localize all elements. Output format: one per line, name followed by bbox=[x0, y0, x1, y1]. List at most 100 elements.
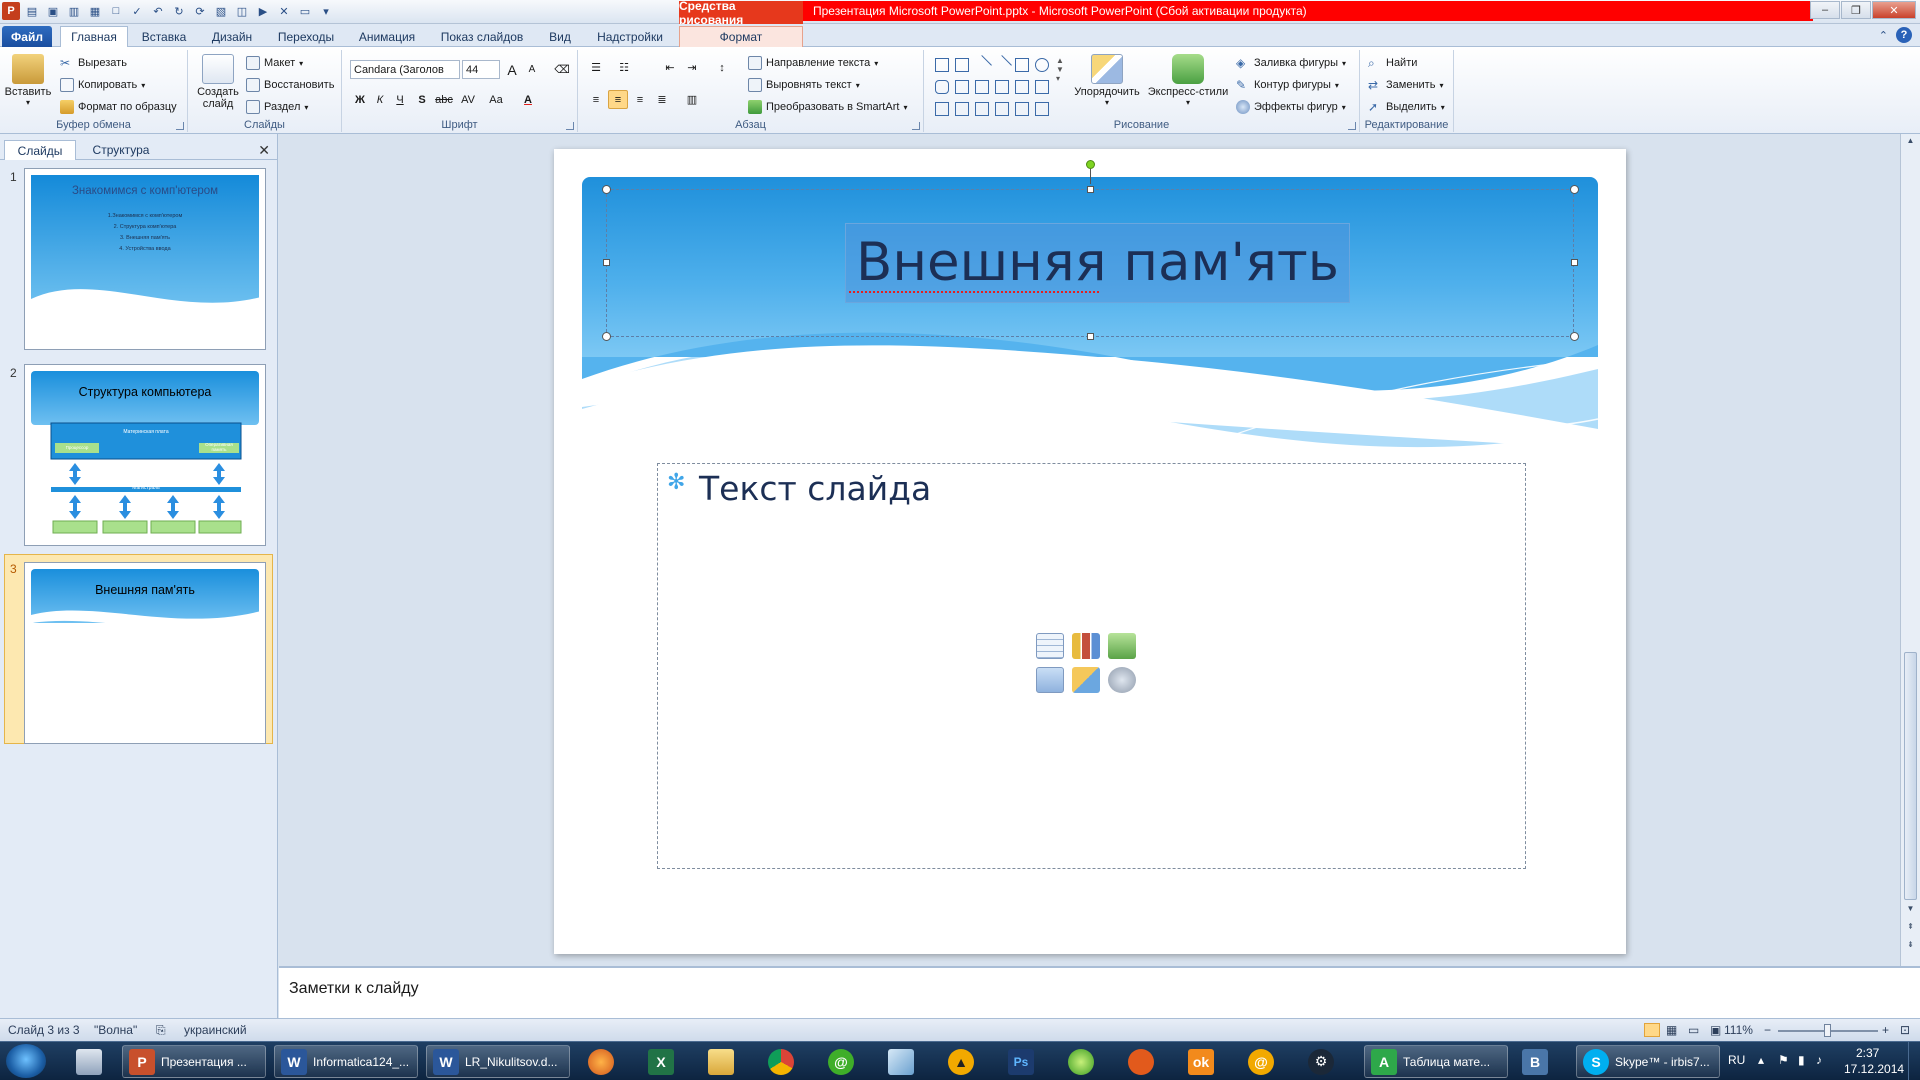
taskbar-item-word-1[interactable]: W Informatica124_... bbox=[274, 1045, 418, 1078]
resize-handle[interactable] bbox=[1087, 333, 1094, 340]
slide-sorter-icon[interactable]: ▦ bbox=[1666, 1023, 1677, 1037]
shape-bracket-icon[interactable] bbox=[975, 102, 989, 116]
notes-pane[interactable]: Заметки к слайду bbox=[279, 966, 1920, 1018]
taskbar-item-powerpoint[interactable]: P Презентация ... bbox=[122, 1045, 266, 1078]
zoom-in-icon[interactable]: + bbox=[1882, 1023, 1889, 1037]
flag-icon[interactable]: ⚑ bbox=[1778, 1053, 1789, 1067]
dialog-launcher-icon[interactable] bbox=[1348, 122, 1356, 130]
shape-curve-icon[interactable] bbox=[955, 102, 969, 116]
prev-slide-icon[interactable]: ⇞ bbox=[1904, 922, 1917, 935]
tab-insert[interactable]: Вставка bbox=[134, 26, 194, 47]
gallery-scroll-icon[interactable]: ▲ ▼ ▾ bbox=[1056, 56, 1064, 83]
slide-canvas[interactable]: Внешняя пам'ять ✻ Текст слайда bbox=[554, 149, 1626, 954]
proofing-icon[interactable]: ⎘ bbox=[156, 1023, 166, 1038]
scroll-up-icon[interactable]: ▲ bbox=[1904, 136, 1917, 149]
shape-textbox-icon[interactable] bbox=[955, 58, 969, 72]
tab-outline[interactable]: Структура bbox=[80, 140, 162, 160]
scroll-down-icon[interactable]: ▼ bbox=[1904, 904, 1917, 917]
tab-slideshow[interactable]: Показ слайдов bbox=[434, 26, 530, 47]
taskbar-calculator[interactable] bbox=[70, 1045, 110, 1078]
undo-icon[interactable]: ↶ bbox=[149, 2, 167, 20]
zoom-level[interactable]: 111% bbox=[1724, 1023, 1753, 1037]
open-icon[interactable]: ▤ bbox=[23, 2, 41, 20]
editor-vertical-scrollbar[interactable]: ▲ ▼ ⇞ ⇟ bbox=[1900, 134, 1920, 966]
next-slide-icon[interactable]: ⇟ bbox=[1904, 940, 1917, 953]
shape-elbow-icon[interactable] bbox=[975, 80, 989, 94]
scroll-thumb[interactable] bbox=[1904, 652, 1917, 900]
tray-expand-icon[interactable]: ▴ bbox=[1758, 1053, 1764, 1067]
refresh-icon[interactable]: ⟳ bbox=[191, 2, 209, 20]
customize-qat-icon[interactable]: ▾ bbox=[317, 2, 335, 20]
shape-effects-button[interactable]: Эффекты фигур ▾ bbox=[1236, 100, 1346, 114]
insert-table-icon[interactable] bbox=[1036, 633, 1064, 659]
align-left-icon[interactable]: ≡ bbox=[586, 90, 606, 109]
align-text-button[interactable]: Выровнять текст ▾ bbox=[748, 78, 860, 92]
tab-format[interactable]: Формат bbox=[679, 26, 803, 47]
shape-line-icon[interactable] bbox=[972, 55, 992, 75]
italic-button[interactable]: К bbox=[370, 90, 390, 109]
tab-animation[interactable]: Анимация bbox=[352, 26, 422, 47]
close-doc-icon[interactable]: ✕ bbox=[275, 2, 293, 20]
arrange-button[interactable]: Упорядочить ▾ bbox=[1070, 54, 1144, 107]
shape-brace-icon[interactable] bbox=[995, 102, 1009, 116]
bullets-icon[interactable]: ☰ bbox=[586, 58, 606, 77]
window-icon[interactable]: ▭ bbox=[296, 2, 314, 20]
smartart-button[interactable]: Преобразовать в SmartArt ▾ bbox=[748, 100, 907, 114]
justify-icon[interactable]: ≣ bbox=[652, 90, 672, 109]
resize-handle[interactable] bbox=[602, 185, 611, 194]
chart-icon[interactable]: ▧ bbox=[212, 2, 230, 20]
shape-arrow-right-icon[interactable] bbox=[1015, 80, 1029, 94]
taskbar-item-word-2[interactable]: W LR_Nikulitsov.d... bbox=[426, 1045, 570, 1078]
shape-oval-icon[interactable] bbox=[1035, 58, 1049, 72]
play-icon[interactable]: ▶ bbox=[254, 2, 272, 20]
clock-date[interactable]: 17.12.2014 bbox=[1844, 1062, 1904, 1076]
taskbar-app-1[interactable] bbox=[882, 1045, 922, 1078]
taskbar-photoshop[interactable]: Ps bbox=[1002, 1045, 1042, 1078]
font-color-button[interactable]: A bbox=[518, 90, 538, 109]
strikethrough-button[interactable]: abc bbox=[434, 90, 454, 109]
network-icon[interactable]: ▮ bbox=[1798, 1053, 1805, 1067]
language-indicator[interactable]: украинский bbox=[184, 1023, 247, 1037]
numbering-icon[interactable]: ☷ bbox=[614, 58, 634, 77]
slide-thumbnail-1[interactable]: Знакомимся с комп'ютером 1.Знакомимся с … bbox=[24, 168, 266, 350]
minimize-button[interactable]: – bbox=[1810, 1, 1840, 19]
underline-button[interactable]: Ч bbox=[390, 90, 410, 109]
dialog-launcher-icon[interactable] bbox=[176, 122, 184, 130]
collapse-ribbon-icon[interactable]: ⌃ bbox=[1879, 29, 1888, 42]
spell-icon[interactable]: ✓ bbox=[128, 2, 146, 20]
layout-button[interactable]: Макет ▾ bbox=[246, 56, 303, 70]
section-button[interactable]: Раздел ▾ bbox=[246, 100, 308, 114]
taskbar-item-skype[interactable]: S Skype™ - irbis7... bbox=[1576, 1045, 1720, 1078]
resize-handle[interactable] bbox=[1570, 185, 1579, 194]
insert-smartart-icon[interactable] bbox=[1108, 633, 1136, 659]
resize-handle[interactable] bbox=[603, 259, 610, 266]
select-button[interactable]: ➚ Выделить ▾ bbox=[1368, 100, 1445, 114]
increase-indent-icon[interactable]: ⇥ bbox=[682, 58, 702, 77]
taskbar-app-4[interactable] bbox=[1122, 1045, 1162, 1078]
save-icon[interactable]: ▣ bbox=[44, 2, 62, 20]
shape-line2-icon[interactable] bbox=[992, 55, 1012, 75]
maximize-button[interactable]: ❐ bbox=[1841, 1, 1871, 19]
insert-picture-icon[interactable] bbox=[1036, 667, 1064, 693]
shape-triangle-icon[interactable] bbox=[955, 80, 969, 94]
tab-file[interactable]: Файл bbox=[2, 26, 52, 47]
resize-handle[interactable] bbox=[602, 332, 611, 341]
change-case-button[interactable]: Aa bbox=[486, 90, 506, 109]
font-size-combo[interactable]: 44 bbox=[462, 60, 500, 79]
insert-clipart-icon[interactable] bbox=[1072, 667, 1100, 693]
insert-media-icon[interactable] bbox=[1108, 667, 1136, 693]
resize-handle[interactable] bbox=[1571, 259, 1578, 266]
slide-thumbnail-2[interactable]: Структура компьютера Материнская плата П… bbox=[24, 364, 266, 546]
grow-font-button[interactable]: A bbox=[502, 60, 522, 79]
shape-star-icon[interactable] bbox=[1035, 102, 1049, 116]
tab-view[interactable]: Вид bbox=[540, 26, 580, 47]
find-button[interactable]: ⌕ Найти bbox=[1368, 56, 1417, 70]
new-doc-icon[interactable]: □ bbox=[107, 2, 125, 20]
bold-button[interactable]: Ж bbox=[350, 90, 370, 109]
tab-design[interactable]: Дизайн bbox=[202, 26, 262, 47]
shapes-gallery[interactable] bbox=[932, 55, 1062, 116]
shrink-font-button[interactable]: A bbox=[522, 60, 542, 79]
show-desktop-button[interactable] bbox=[1908, 1042, 1920, 1080]
insert-chart-icon[interactable] bbox=[1072, 633, 1100, 659]
taskbar-mail[interactable]: @ bbox=[1242, 1045, 1282, 1078]
